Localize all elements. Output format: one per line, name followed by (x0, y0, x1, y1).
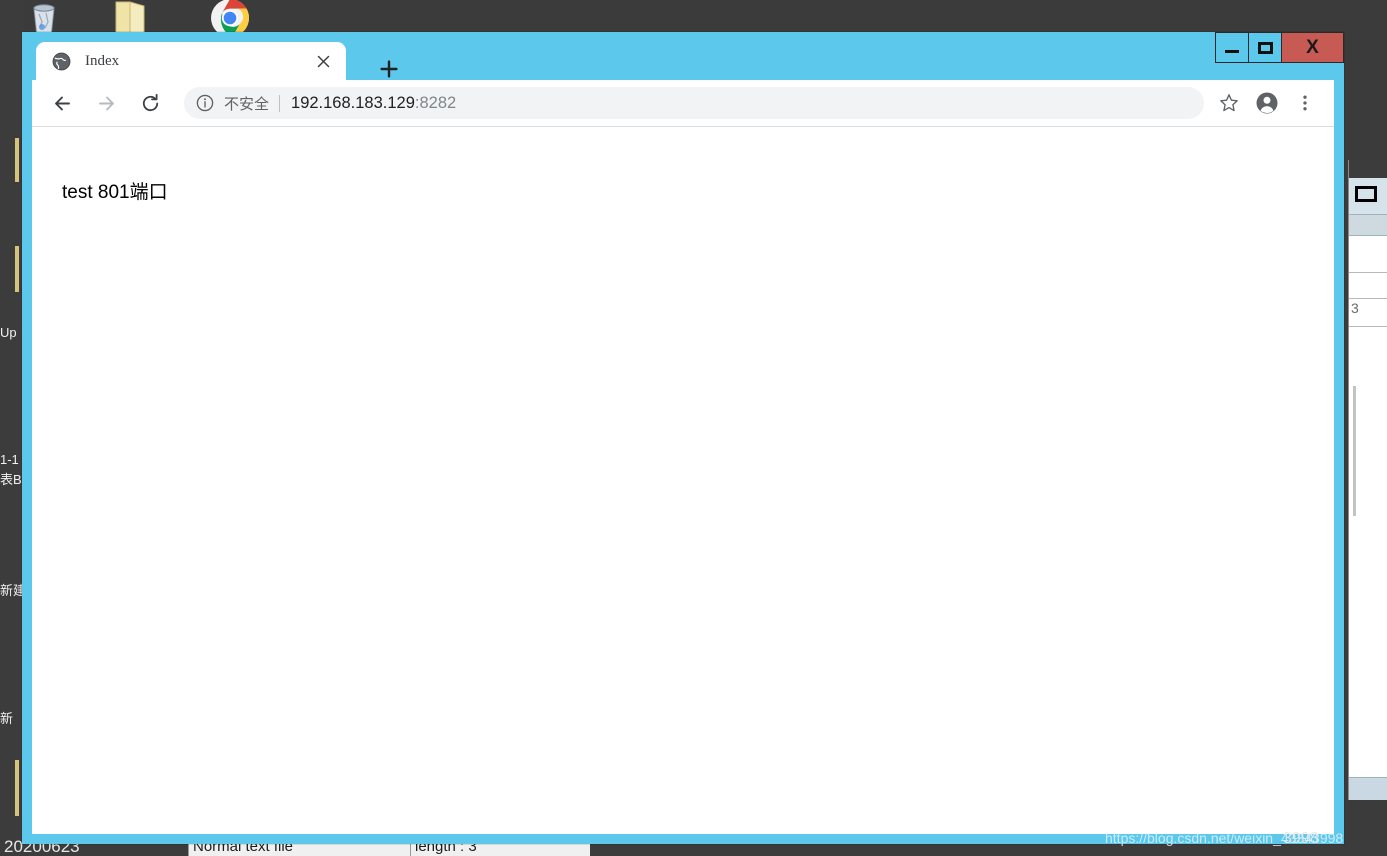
security-status-text: 不安全 (224, 95, 270, 113)
profile-button[interactable] (1250, 86, 1284, 120)
address-bar[interactable]: 不安全 192.168.183.129:8282 (184, 87, 1204, 119)
back-button[interactable] (44, 85, 80, 121)
line-number: 3 (1351, 300, 1359, 316)
close-tab-icon[interactable] (310, 48, 336, 74)
url-port: :8282 (414, 93, 457, 112)
info-circle-icon[interactable] (196, 94, 214, 112)
background-window-tabbar (1349, 215, 1387, 236)
left-strip-text: 表B (0, 472, 22, 487)
left-strip-text: 新 (0, 711, 14, 726)
divider (1349, 272, 1387, 273)
bookmark-button[interactable] (1212, 86, 1246, 120)
background-window-toolbar (1349, 178, 1387, 215)
left-background-window-strip: Up 1-1 表B 新建 新 (0, 0, 24, 856)
url-host: 192.168.183.129 (291, 93, 415, 112)
background-window-statusbar (1349, 777, 1387, 800)
maximize-icon[interactable] (1355, 186, 1377, 202)
browser-tab-index[interactable]: Index (36, 42, 346, 80)
forward-button (88, 85, 124, 121)
left-strip-text: 1-1 (0, 452, 19, 467)
left-strip-marker (15, 760, 19, 816)
background-window-titlebar (1349, 160, 1387, 178)
divider (1349, 298, 1387, 299)
screen-root: Up 1-1 表B 新建 新 3 20200623 Normal text fi… (0, 0, 1387, 856)
reload-icon (142, 93, 158, 111)
account-circle-icon (1256, 92, 1278, 114)
background-editor-window[interactable]: 3 (1348, 160, 1387, 800)
browser-toolbar: 不安全 192.168.183.129:8282 (32, 80, 1334, 127)
maximize-icon (1257, 41, 1273, 54)
chrome-browser-window: Index X 不安全 192.168.183.129:8282 test 80… (22, 32, 1344, 844)
close-window-icon: X (1306, 37, 1319, 58)
window-controls: X (1215, 32, 1344, 63)
omnibox-divider (279, 94, 281, 112)
close-window-button[interactable]: X (1281, 32, 1344, 63)
plus-icon (380, 60, 398, 78)
left-strip-marker (15, 246, 19, 292)
kebab-menu-icon (1303, 95, 1307, 111)
left-strip-text: Up (0, 325, 17, 340)
star-icon (1220, 94, 1238, 112)
maximize-button[interactable] (1248, 32, 1282, 63)
page-viewport: test 801端口 (32, 127, 1334, 834)
arrow-right-icon (98, 96, 114, 110)
url-text: 192.168.183.129:8282 (291, 94, 456, 113)
arrow-left-icon (54, 96, 70, 110)
minimize-button[interactable] (1215, 32, 1249, 63)
chrome-menu-button[interactable] (1288, 86, 1322, 120)
minimize-icon (1225, 50, 1239, 53)
left-strip-text: 新建 (0, 583, 24, 598)
globe-icon (52, 52, 71, 71)
left-strip-marker (15, 138, 19, 182)
background-window-body: 3 (1349, 236, 1387, 800)
divider (1349, 326, 1387, 327)
page-body-text: test 801端口 (62, 182, 168, 203)
reload-button[interactable] (132, 85, 168, 121)
browser-titlebar: Index X (22, 32, 1344, 80)
scrollbar-thumb[interactable] (1353, 386, 1356, 516)
tab-title: Index (85, 52, 120, 69)
